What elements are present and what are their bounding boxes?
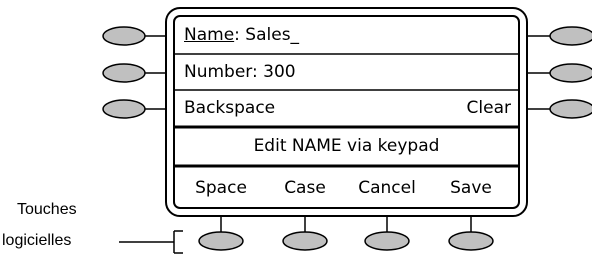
- phone-display-diagram: Name: Sales_ Number: 300 Backspace Clear…: [0, 0, 592, 255]
- right-line-key-3[interactable]: [527, 99, 592, 119]
- left-line-key-1[interactable]: [102, 26, 166, 46]
- name-separator: :: [234, 25, 240, 45]
- clear-label: Clear: [466, 98, 511, 118]
- right-line-key-button[interactable]: [549, 63, 592, 83]
- softkey-label-space: Space: [195, 178, 247, 198]
- display-prompt: Edit NAME via keypad: [253, 136, 440, 156]
- left-line-key-button[interactable]: [102, 99, 146, 119]
- annotation-line-1: Touches: [17, 201, 77, 218]
- left-line-key-2[interactable]: [102, 63, 166, 83]
- display-name-line: Name: Sales_: [184, 25, 299, 45]
- left-line-key-3[interactable]: [102, 99, 166, 119]
- annotation-pointer: [119, 230, 183, 254]
- softkey-label-cancel: Cancel: [358, 178, 416, 198]
- backspace-label: Backspace: [184, 98, 276, 118]
- name-label: Name: [184, 25, 235, 45]
- soft-key-1[interactable]: [198, 216, 244, 251]
- right-line-key-button[interactable]: [549, 26, 592, 46]
- softkey-label-case: Case: [284, 178, 326, 198]
- soft-key-4[interactable]: [448, 216, 494, 251]
- soft-key-button[interactable]: [198, 231, 244, 251]
- soft-key-2[interactable]: [282, 216, 328, 251]
- name-value: Sales_: [245, 25, 300, 45]
- display-number-line: Number: 300: [184, 62, 296, 82]
- soft-key-button[interactable]: [364, 231, 410, 251]
- right-line-key-1[interactable]: [527, 26, 592, 46]
- left-line-key-button[interactable]: [102, 63, 146, 83]
- soft-key-button[interactable]: [448, 231, 494, 251]
- left-line-key-button[interactable]: [102, 26, 146, 46]
- softkey-label-save: Save: [450, 178, 492, 198]
- soft-key-3[interactable]: [364, 216, 410, 251]
- right-line-key-2[interactable]: [527, 63, 592, 83]
- soft-key-button[interactable]: [282, 231, 328, 251]
- right-line-key-button[interactable]: [549, 99, 592, 119]
- annotation-line-2: logicielles: [2, 232, 72, 249]
